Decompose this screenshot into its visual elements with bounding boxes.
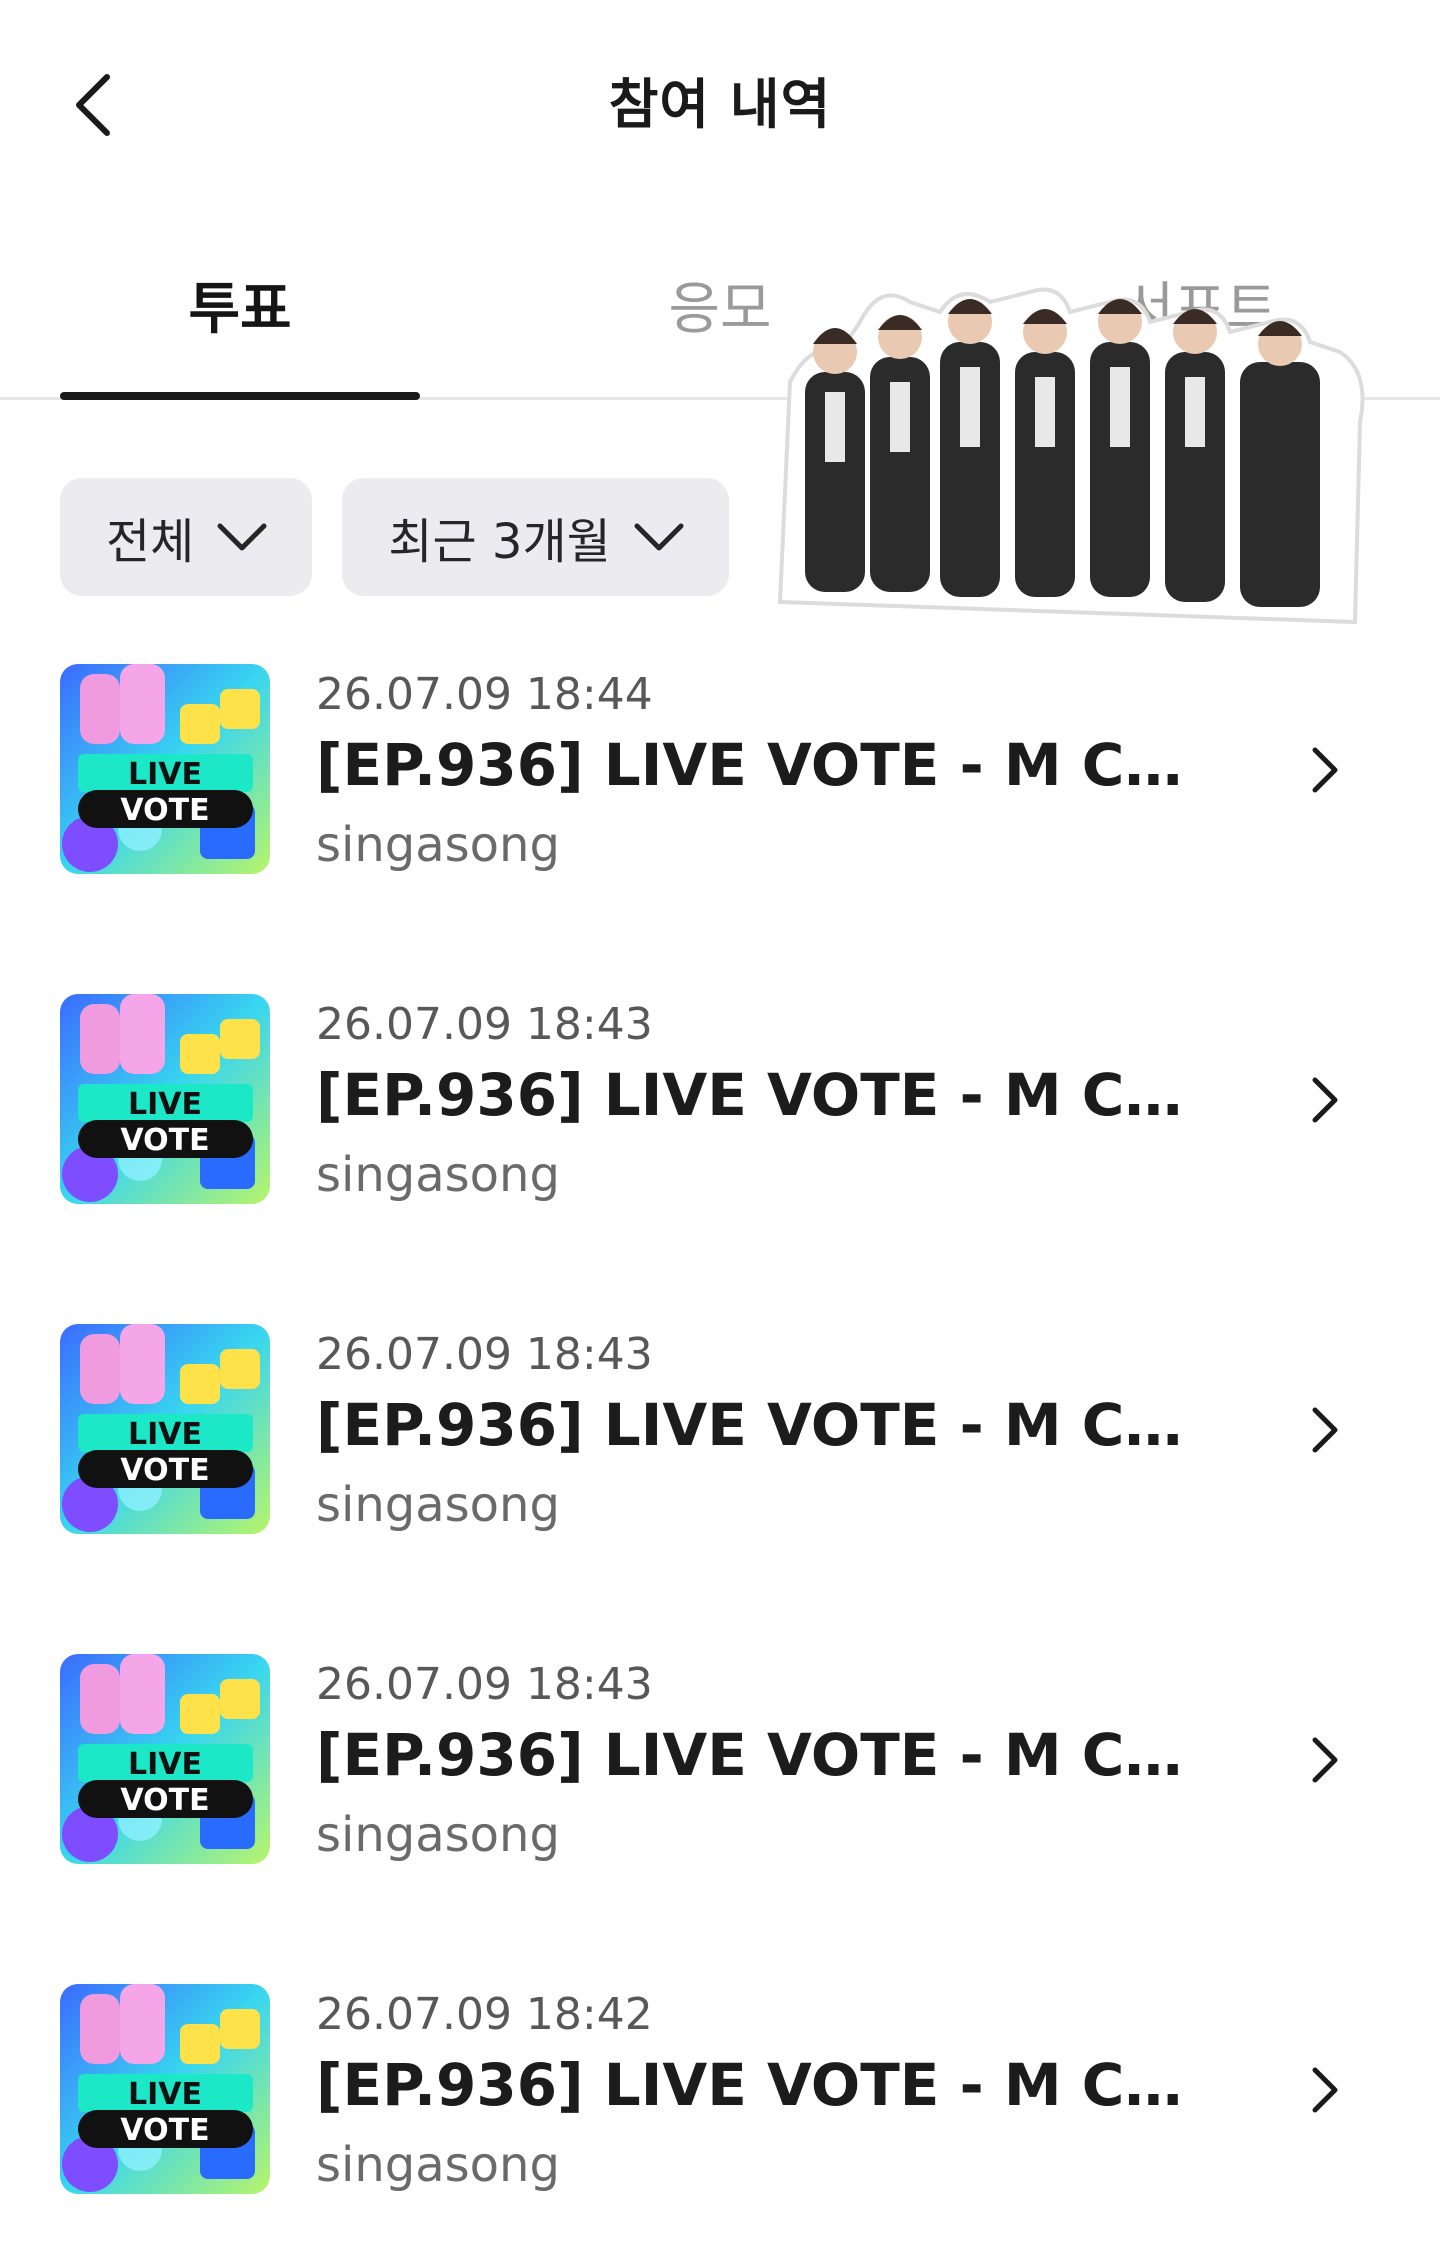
list-item[interactable]: LIVE VOTE 26.07.09 18:43 [EP.936] LIVE V… <box>0 1300 1440 1560</box>
chevron-right-icon <box>1300 1070 1350 1130</box>
filter-bar: 전체 최근 3개월 <box>60 478 729 596</box>
chevron-right-icon <box>1300 1730 1350 1790</box>
chevron-down-icon <box>633 522 685 552</box>
tab-vote[interactable]: 투표 <box>60 260 420 380</box>
svg-text:LIVE: LIVE <box>128 2077 202 2112</box>
chevron-right-icon <box>1300 740 1350 800</box>
filter-period-label: 최근 3개월 <box>388 514 611 570</box>
live-vote-thumbnail: LIVE VOTE <box>60 994 270 1204</box>
item-date: 26.07.09 18:43 <box>316 1659 653 1710</box>
chevron-right-icon <box>1300 2060 1350 2120</box>
filter-type-dropdown[interactable]: 전체 <box>60 478 313 596</box>
svg-text:VOTE: VOTE <box>120 2113 209 2148</box>
item-title: [EP.936] LIVE VOTE - M COUN... <box>316 1721 1216 1789</box>
item-subtitle: singasong <box>316 1807 560 1863</box>
item-date: 26.07.09 18:43 <box>316 1329 653 1380</box>
list-item[interactable]: LIVE VOTE 26.07.09 18:42 [EP.936] LIVE V… <box>0 1960 1440 2220</box>
item-title: [EP.936] LIVE VOTE - M COUN... <box>316 731 1216 799</box>
filter-period-dropdown[interactable]: 최근 3개월 <box>342 478 729 596</box>
item-subtitle: singasong <box>316 1477 560 1533</box>
item-title: [EP.936] LIVE VOTE - M COUN... <box>316 1061 1216 1129</box>
svg-text:VOTE: VOTE <box>120 1453 209 1488</box>
item-title: [EP.936] LIVE VOTE - M COUN... <box>316 2051 1216 2119</box>
live-vote-thumbnail: LIVE VOTE <box>60 1654 270 1864</box>
list-item[interactable]: LIVE VOTE 26.07.09 18:43 [EP.936] LIVE V… <box>0 1630 1440 1890</box>
live-vote-thumbnail: LIVE VOTE <box>60 664 270 874</box>
svg-text:LIVE: LIVE <box>128 1087 202 1122</box>
svg-text:LIVE: LIVE <box>128 1747 202 1782</box>
chevron-down-icon <box>216 522 268 552</box>
tab-active-indicator <box>60 392 420 400</box>
header: 참여 내역 <box>0 0 1440 210</box>
item-date: 26.07.09 18:43 <box>316 999 653 1050</box>
svg-text:LIVE: LIVE <box>128 1417 202 1452</box>
page-title: 참여 내역 <box>608 73 832 136</box>
item-subtitle: singasong <box>316 817 560 873</box>
svg-text:VOTE: VOTE <box>120 1123 209 1158</box>
live-vote-thumbnail: LIVE VOTE <box>60 1324 270 1534</box>
chevron-right-icon <box>1300 1400 1350 1460</box>
svg-text:LIVE: LIVE <box>128 757 202 792</box>
live-vote-thumbnail: LIVE VOTE <box>60 1984 270 2194</box>
group-photo-sticker <box>777 287 1365 625</box>
item-title: [EP.936] LIVE VOTE - M COUN... <box>316 1391 1216 1459</box>
item-date: 26.07.09 18:44 <box>316 669 653 720</box>
item-subtitle: singasong <box>316 2137 560 2193</box>
list-item[interactable]: LIVE VOTE 26.07.09 18:43 [EP.936] LIVE V… <box>0 970 1440 1230</box>
filter-type-label: 전체 <box>106 514 195 570</box>
svg-text:VOTE: VOTE <box>120 793 209 828</box>
svg-text:VOTE: VOTE <box>120 1783 209 1818</box>
list-item[interactable]: LIVE VOTE 26.07.09 18:44 [EP.936] LIVE V… <box>0 640 1440 900</box>
item-date: 26.07.09 18:42 <box>316 1989 653 2040</box>
item-subtitle: singasong <box>316 1147 560 1203</box>
